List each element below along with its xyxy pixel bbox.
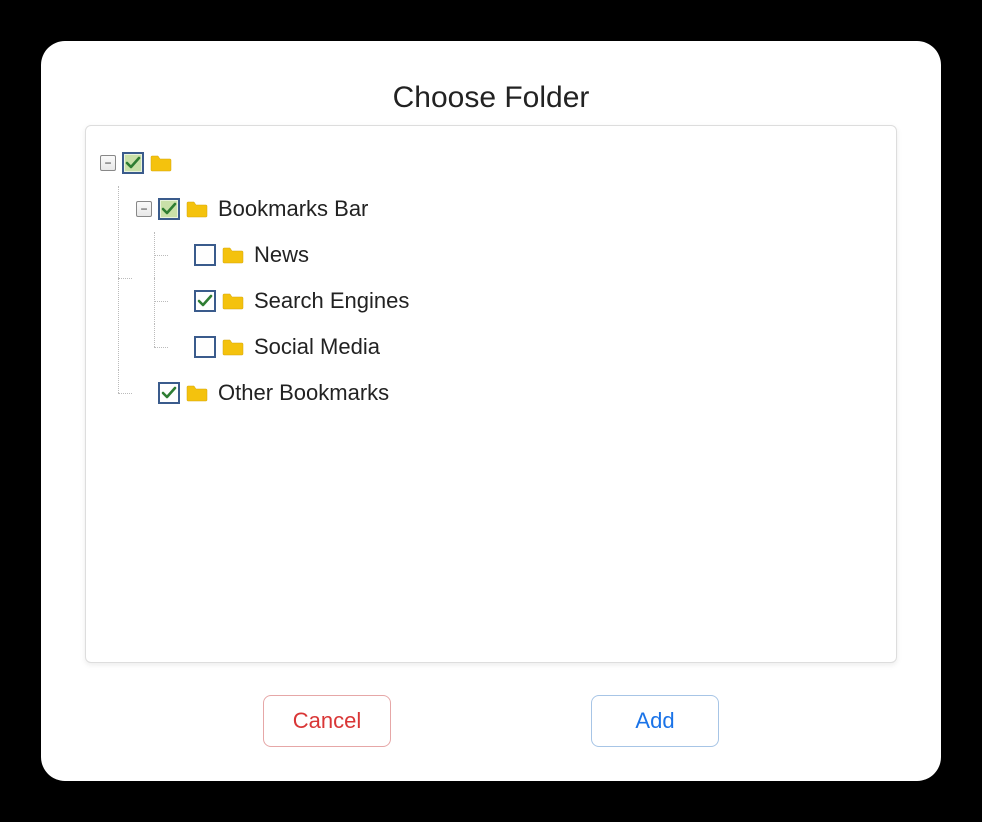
cancel-button[interactable]: Cancel [263,695,391,747]
folder-icon [186,384,208,402]
folder-icon [222,338,244,356]
tree-node-news[interactable]: News [172,232,888,278]
collapse-icon[interactable]: − [136,201,152,217]
dialog-button-row: Cancel Add [85,691,897,747]
tree-node-label: Social Media [254,334,380,360]
tree-node-bookmarks-bar[interactable]: − Bookmarks Bar [136,186,888,232]
folder-icon [150,154,172,172]
tree-node-social-media[interactable]: Social Media [172,324,888,370]
checkbox-news[interactable] [194,244,216,266]
tree-node-other-bookmarks[interactable]: Other Bookmarks [136,370,888,416]
tree-node-root[interactable]: − [100,140,888,186]
folder-icon [222,246,244,264]
checkbox-bookmarks-bar[interactable] [158,198,180,220]
collapse-icon[interactable]: − [100,155,116,171]
folder-icon [186,200,208,218]
folder-tree-panel: − − [85,125,897,663]
tree-node-label: Search Engines [254,288,409,314]
tree-node-label: Bookmarks Bar [218,196,368,222]
checkbox-root[interactable] [122,152,144,174]
dialog-title: Choose Folder [85,81,897,115]
folder-icon [222,292,244,310]
tree-node-search-engines[interactable]: Search Engines [172,278,888,324]
checkbox-social-media[interactable] [194,336,216,358]
checkbox-other-bookmarks[interactable] [158,382,180,404]
add-button[interactable]: Add [591,695,719,747]
choose-folder-dialog: Choose Folder − [41,41,941,781]
folder-tree: − − [94,140,888,416]
tree-node-label: News [254,242,309,268]
checkbox-search-engines[interactable] [194,290,216,312]
tree-node-label: Other Bookmarks [218,380,389,406]
